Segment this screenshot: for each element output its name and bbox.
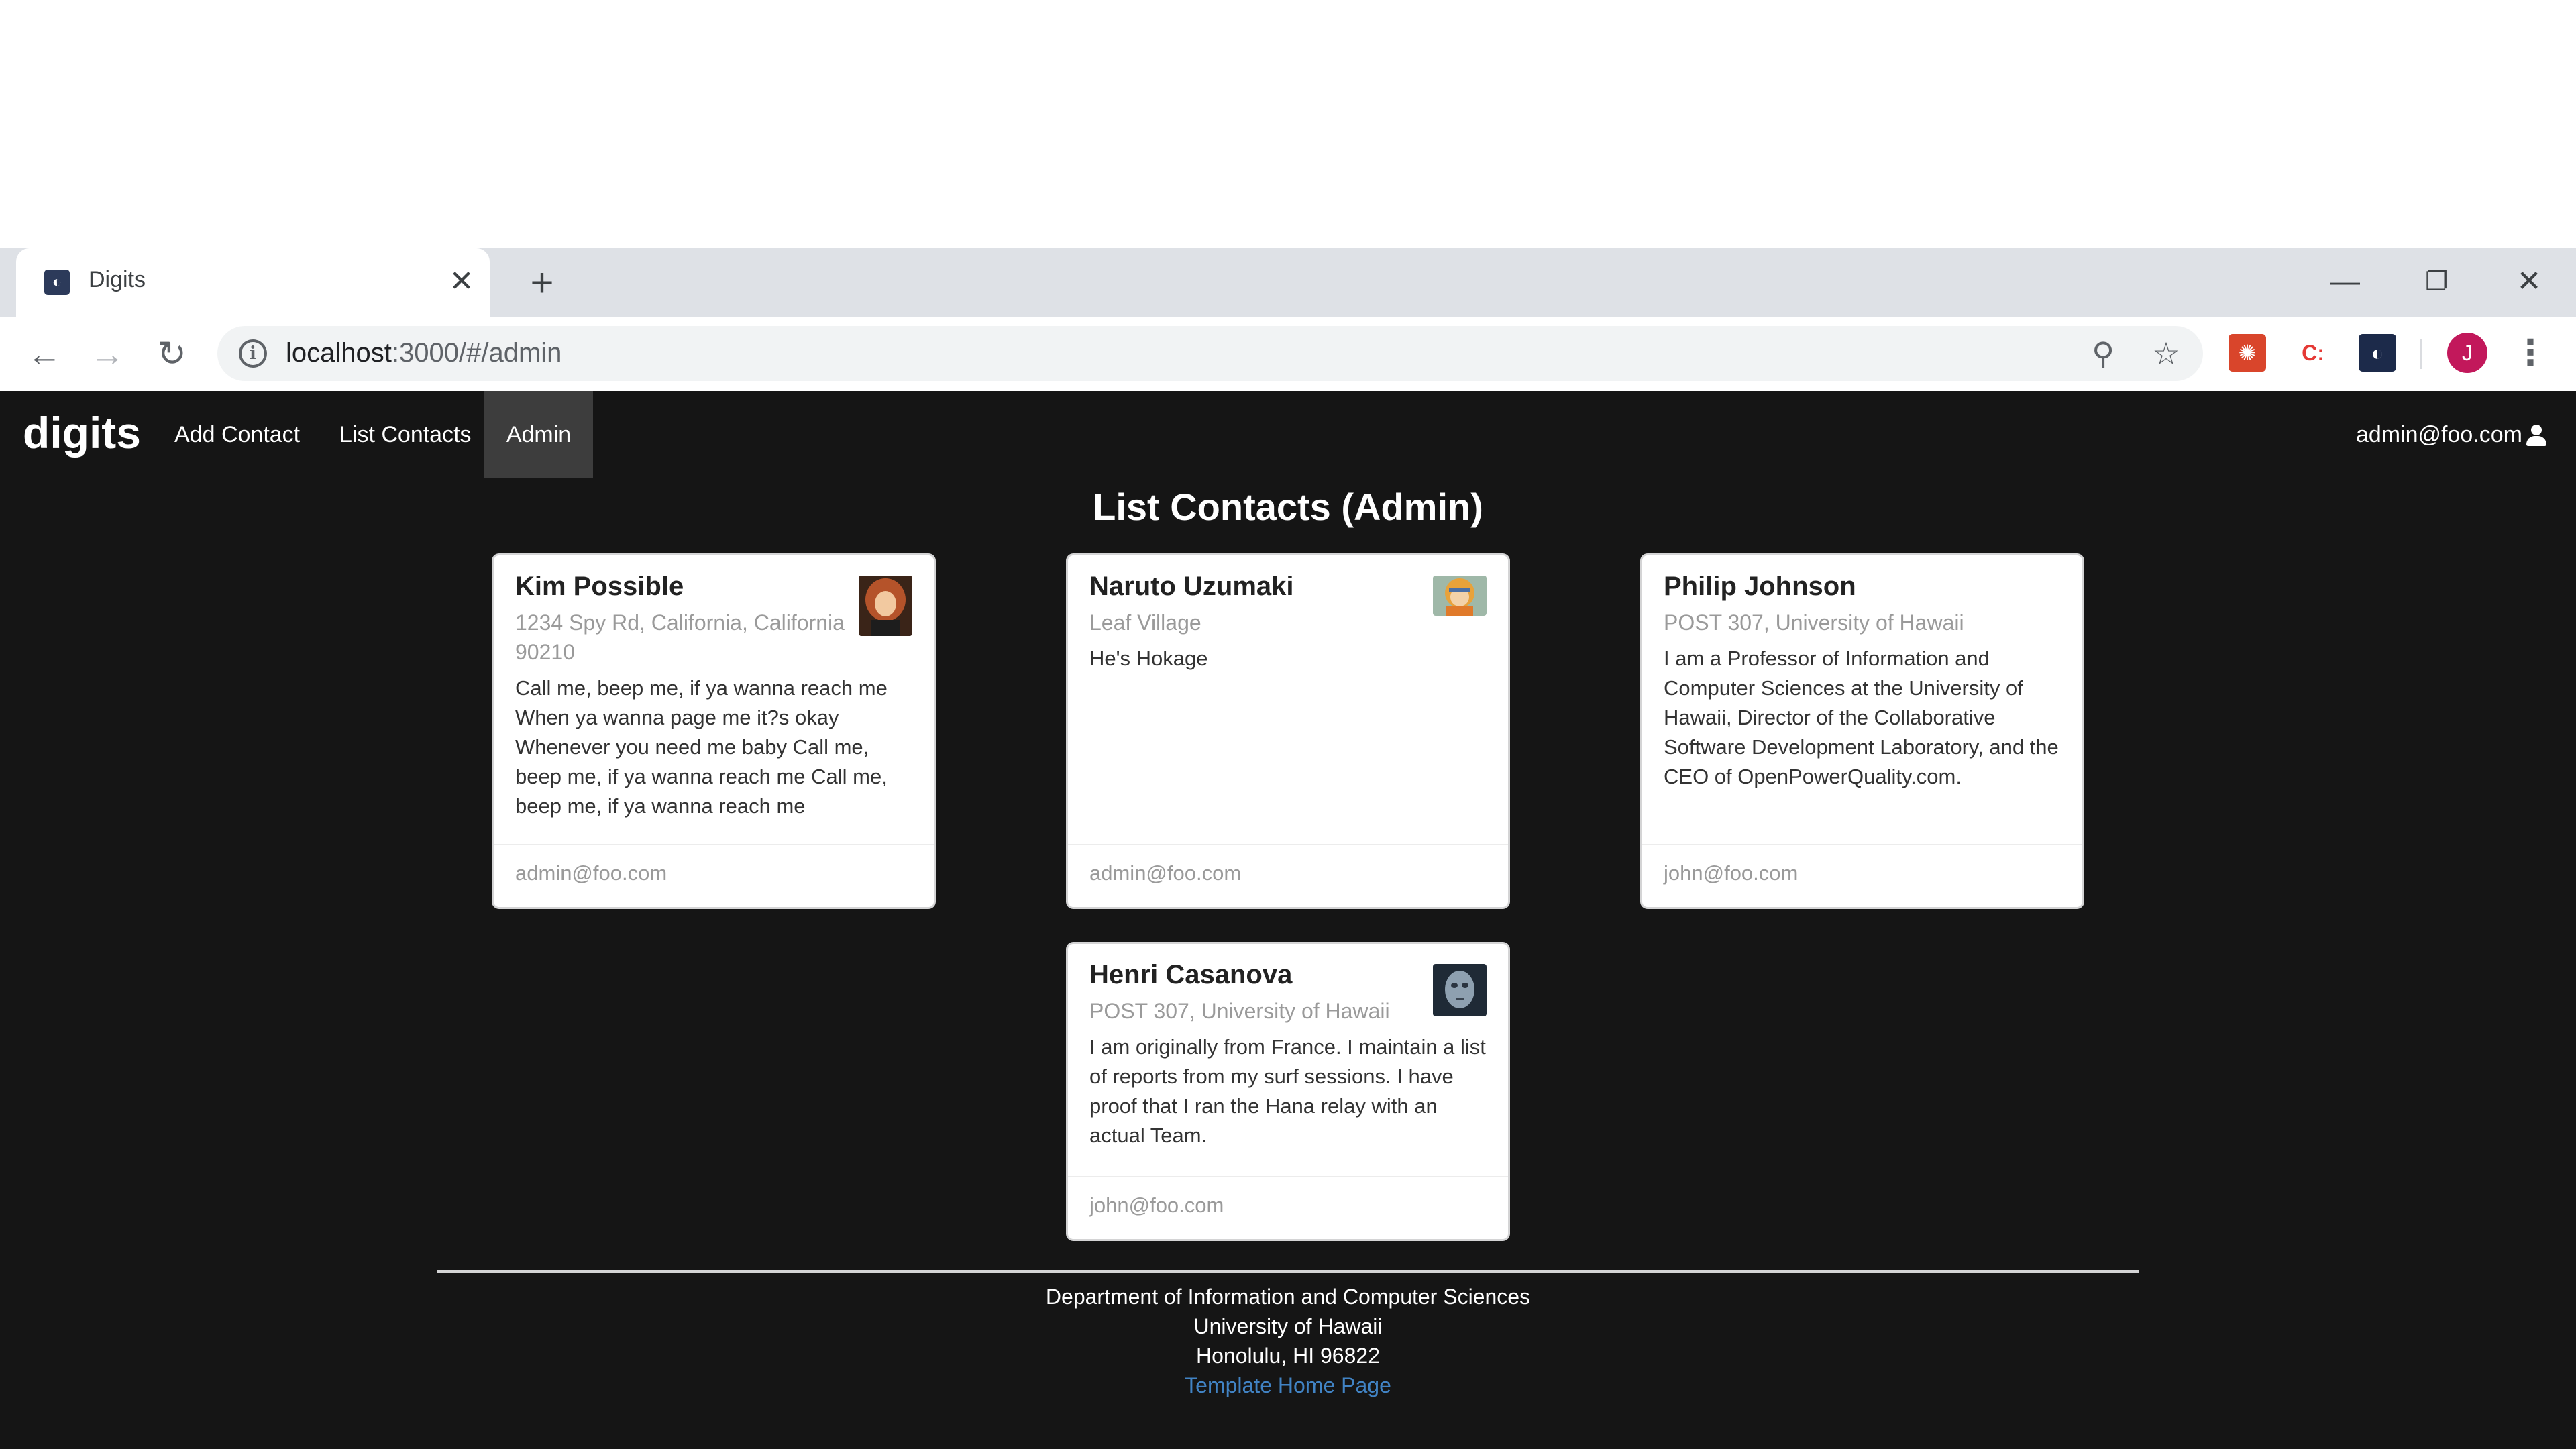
forward-icon[interactable]: → xyxy=(86,333,129,376)
contact-owner: john@foo.com xyxy=(1089,1193,1224,1217)
browser-tab[interactable]: ◐ Digits ✕ xyxy=(16,248,490,317)
contact-card: Naruto Uzumaki Leaf Village He's Hokage … xyxy=(1068,555,1508,907)
footer-divider xyxy=(437,1270,2139,1273)
brand-logo[interactable]: digits xyxy=(23,407,141,458)
info-icon[interactable]: i xyxy=(239,339,267,368)
contact-avatar xyxy=(859,576,912,636)
zoom-icon[interactable]: ⚲ xyxy=(2084,334,2123,373)
window-close-icon[interactable]: ✕ xyxy=(2502,263,2556,301)
user-menu[interactable]: admin@foo.com xyxy=(2356,391,2548,478)
contact-address: POST 307, University of Hawaii xyxy=(1664,610,1964,635)
contact-description: He's Hokage xyxy=(1089,647,1208,670)
contact-avatar xyxy=(1433,576,1487,616)
new-tab-button[interactable]: + xyxy=(521,263,564,303)
url-text[interactable]: localhost:3000/#/admin xyxy=(286,338,561,368)
footer-line-2: University of Hawaii xyxy=(1193,1314,1383,1338)
blank-area xyxy=(0,0,2576,248)
extension-icon-1[interactable]: ✺ xyxy=(2229,334,2266,372)
contact-name: Henri Casanova xyxy=(1089,960,1293,989)
user-email: admin@foo.com xyxy=(2355,422,2522,447)
contact-address: Leaf Village xyxy=(1089,610,1201,635)
browser-tabstrip: ◐ Digits ✕ + — ❐ ✕ xyxy=(0,248,2576,317)
footer-line-1: Department of Information and Computer S… xyxy=(1045,1285,1531,1309)
profile-avatar[interactable]: J xyxy=(2447,333,2487,373)
contact-name: Philip Johnson xyxy=(1664,572,1856,601)
contact-owner: john@foo.com xyxy=(1664,861,1799,885)
contact-owner: admin@foo.com xyxy=(1089,861,1242,885)
contact-address: POST 307, University of Hawaii xyxy=(1089,999,1390,1023)
footer: Department of Information and Computer S… xyxy=(0,1282,2576,1400)
extension-icon-3[interactable]: ◐ xyxy=(2359,334,2396,372)
reload-icon[interactable]: ↻ xyxy=(150,333,193,376)
contact-name: Kim Possible xyxy=(515,572,684,601)
contact-avatar xyxy=(1433,964,1487,1016)
url-host: localhost xyxy=(286,338,392,368)
footer-line-3: Honolulu, HI 96822 xyxy=(1196,1344,1380,1368)
back-icon[interactable]: ← xyxy=(23,333,66,376)
menu-kebab-icon[interactable]: ⋮ xyxy=(2513,333,2548,373)
browser-toolbar: ← → ↻ i localhost:3000/#/admin ⚲ ☆ ✺ C: … xyxy=(0,317,2576,390)
henri-avatar-image xyxy=(1433,964,1487,1016)
extension-icon-2[interactable]: C: xyxy=(2294,334,2332,372)
user-icon xyxy=(2525,425,2548,447)
template-home-link[interactable]: Template Home Page xyxy=(0,1371,2576,1400)
nav-admin[interactable]: Admin xyxy=(484,391,593,478)
card-footer: admin@foo.com xyxy=(494,844,934,907)
address-bar[interactable]: i localhost:3000/#/admin ⚲ ☆ xyxy=(217,326,2203,381)
app-navbar: digits Add Contact List Contacts Admin a… xyxy=(0,391,2576,478)
contact-name: Naruto Uzumaki xyxy=(1089,572,1294,601)
contact-card: Philip Johnson POST 307, University of H… xyxy=(1642,555,2082,907)
naruto-avatar-image xyxy=(1433,576,1487,616)
contact-address: 1234 Spy Rd, California, California 9021… xyxy=(515,610,845,664)
card-footer: john@foo.com xyxy=(1068,1176,1508,1239)
page: digits Add Contact List Contacts Admin a… xyxy=(0,391,2576,1449)
nav-list-contacts[interactable]: List Contacts xyxy=(315,391,496,478)
card-footer: admin@foo.com xyxy=(1068,844,1508,907)
tab-title: Digits xyxy=(89,267,146,292)
contact-description: I am a Professor of Information and Comp… xyxy=(1664,647,2059,788)
contact-description: Call me, beep me, if ya wanna reach me W… xyxy=(515,676,888,818)
toolbar-divider xyxy=(2420,339,2422,369)
page-title: List Contacts (Admin) xyxy=(1093,486,1483,528)
contact-card: Kim Possible 1234 Spy Rd, California, Ca… xyxy=(494,555,934,907)
minimize-icon[interactable]: — xyxy=(2318,263,2372,301)
url-path: :3000/#/admin xyxy=(391,338,562,368)
contact-description: I am originally from France. I maintain … xyxy=(1089,1035,1486,1147)
contact-card: Henri Casanova POST 307, University of H… xyxy=(1068,944,1508,1239)
kim-avatar-image xyxy=(859,576,912,636)
bookmark-star-icon[interactable]: ☆ xyxy=(2147,334,2186,373)
tab-close-icon[interactable]: ✕ xyxy=(443,263,480,301)
contact-owner: admin@foo.com xyxy=(515,861,667,885)
nav-add-contact[interactable]: Add Contact xyxy=(150,391,324,478)
card-footer: john@foo.com xyxy=(1642,844,2082,907)
restore-icon[interactable]: ❐ xyxy=(2410,263,2463,301)
favicon-icon: ◐ xyxy=(44,270,70,295)
